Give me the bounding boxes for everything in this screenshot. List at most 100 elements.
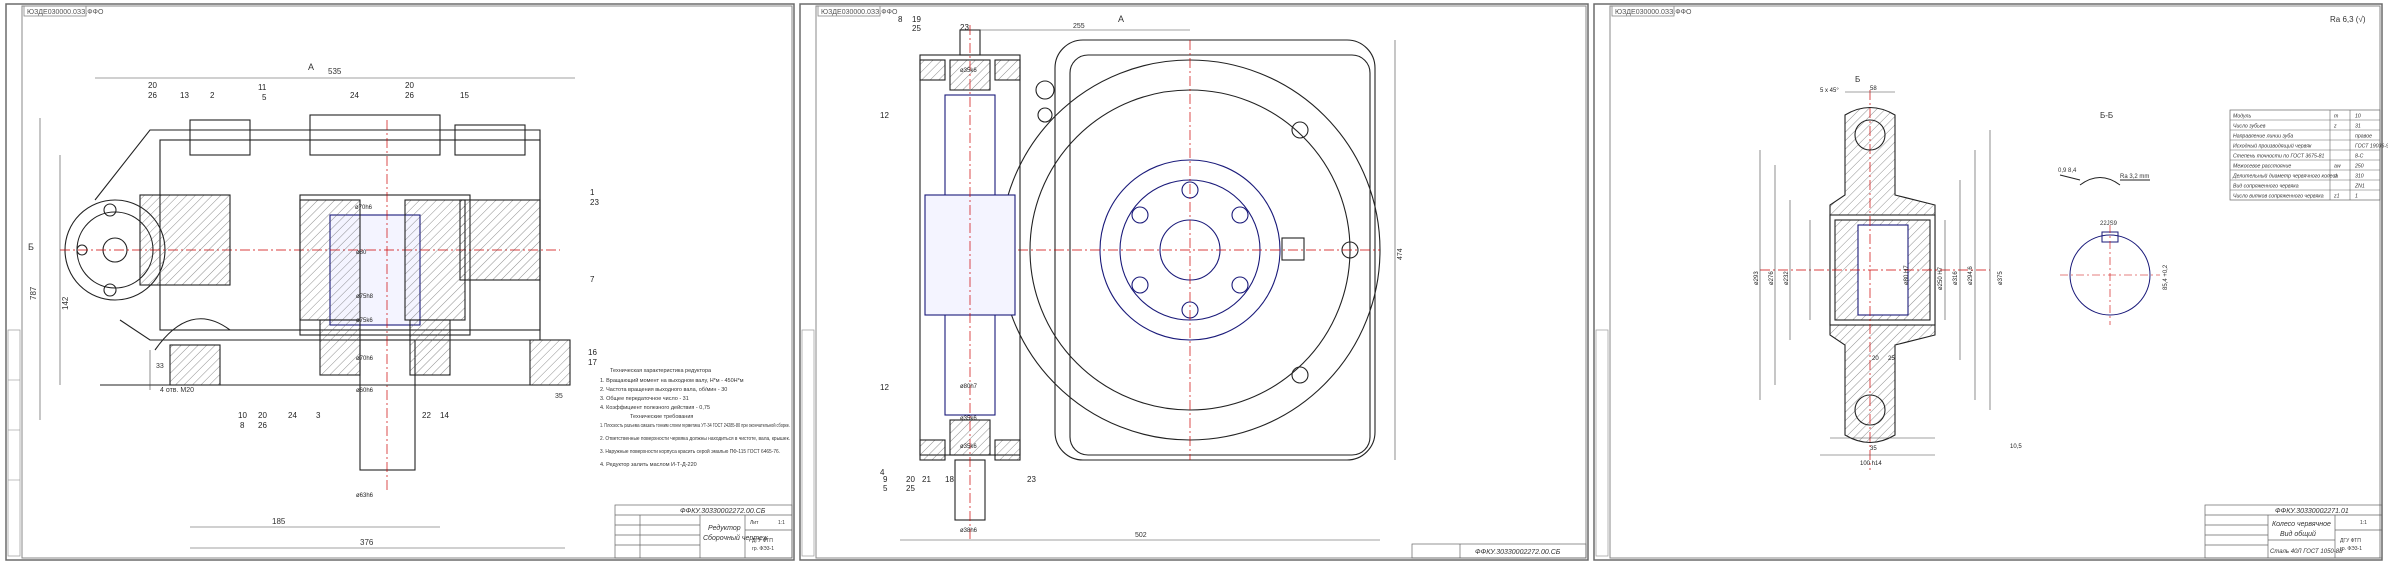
dim-label: 58: [1870, 86, 1877, 92]
note-line: Технические требования: [630, 414, 693, 420]
dim-label: 100 h14: [1860, 461, 1882, 467]
part-label: 26: [258, 421, 267, 430]
part-label: 19: [912, 15, 921, 24]
shaft-label: ø63h6: [356, 493, 374, 499]
part-label: 20: [405, 81, 414, 90]
sheet-2-stamp: ЮЗДЕ030000.0ЗЗ.ФФО: [821, 9, 898, 16]
dim-right: 474: [1397, 248, 1404, 260]
part-label: 23: [590, 198, 599, 207]
part-label: 21: [922, 475, 931, 484]
table-cell: Число зубьев: [2233, 124, 2266, 130]
dim-label: ø294,6: [1968, 266, 1974, 285]
dim-label: 20: [1872, 356, 1879, 362]
table-cell: Делительный диаметр червячного колеса: [2232, 173, 2338, 180]
title-block-name: Колесо червячное: [2272, 521, 2331, 528]
dim-top: 535: [328, 67, 342, 76]
part-label: 2: [210, 91, 215, 100]
part-label: 20: [906, 475, 915, 484]
part-label: 26: [405, 91, 414, 100]
table-cell: Направление линии зуба: [2233, 134, 2293, 140]
dim-bottom2: 376: [360, 538, 374, 547]
part-label: 18: [945, 475, 954, 484]
dim-d33: 33: [156, 363, 164, 370]
shaft-label: ø70h6: [356, 356, 374, 362]
notes-title: Техническая характеристика редуктора: [610, 368, 712, 374]
shaft-label: ø60h6: [356, 388, 374, 394]
part-label: 22: [422, 411, 431, 420]
part-label: 8: [240, 421, 245, 430]
dim-label: ø250 H7: [1938, 266, 1944, 290]
dim-top: 255: [1073, 23, 1085, 30]
dim-label: ø80 H7: [1904, 265, 1910, 285]
title-block-code: ФФКУ.30330002272.00.СБ: [1475, 549, 1561, 556]
table-cell: 10: [2355, 114, 2361, 120]
title-block-org: ДГУ ФТП: [2340, 538, 2361, 544]
dim-label: ø232: [1784, 271, 1790, 285]
dim-label: 5 x 45°: [1820, 88, 1839, 94]
dim-r35: 35: [555, 393, 563, 400]
title-block-sheet: Лит: [750, 520, 759, 526]
dim-label: ø375: [1998, 271, 2004, 285]
note-line: 2. Ответственные поверхности червяка дол…: [600, 436, 790, 442]
table-cell: Исходный производящий червяк: [2233, 143, 2312, 150]
part-label: 20: [258, 411, 267, 420]
section-mark: А: [1118, 14, 1124, 24]
table-cell: 310: [2355, 174, 2364, 180]
part-label: 12: [880, 111, 889, 120]
part-label: 12: [880, 383, 889, 392]
part-label: 26: [148, 91, 157, 100]
title-block-name: Вид общий: [2280, 530, 2316, 538]
sheet-3-stamp: ЮЗДЕ030000.0ЗЗ.ФФО: [1615, 9, 1692, 16]
part-label: 11: [258, 83, 267, 92]
roughness-mark: Ra 6,3 (√): [2330, 15, 2366, 24]
sheet-1-stamp: ЮЗДЕ030000.0ЗЗ.ФФО: [27, 9, 104, 16]
table-cell: ZN1: [2354, 184, 2365, 190]
table-cell: 31: [2355, 124, 2361, 130]
dim-left: 787: [29, 286, 38, 300]
dim-label: 10,5: [2010, 444, 2022, 450]
table-cell: Вид сопряженного червяка: [2233, 184, 2299, 190]
part-label: 23: [960, 23, 969, 32]
section-ra: Ra 3,2 mm: [2120, 174, 2149, 180]
shaft-label: ø38h6: [960, 528, 978, 534]
table-cell: ГОСТ 19036-94: [2355, 144, 2388, 150]
part-label: 4: [880, 468, 885, 477]
note-line: 3. Наружные поверхности корпуса красить …: [600, 448, 780, 455]
dim-label: 35: [1870, 446, 1877, 452]
note-line: 4. Коэффициент полезного действия - 0,75: [600, 404, 710, 411]
title-block-scale: 1:1: [2360, 520, 2367, 526]
note-line: 1. Плоскость разъема смазать тонким слое…: [600, 422, 790, 429]
shaft-label: ø75k6: [356, 318, 373, 324]
table-cell: m: [2334, 114, 2339, 120]
title-block-org: ДГУ ФТП: [752, 538, 773, 544]
title-block-org: гр. ФЭ3-1: [752, 546, 774, 552]
dim-label: ø316: [1953, 271, 1959, 285]
table-cell: Степень точности по ГОСТ 3675-81: [2233, 154, 2324, 160]
shaft-label: ø75h8: [356, 294, 374, 300]
part-label: 7: [590, 275, 595, 284]
part-label: 14: [440, 411, 449, 420]
dim-h142: 142: [61, 296, 70, 310]
dim-label: ø293: [1754, 271, 1760, 285]
part-label: 17: [588, 358, 597, 367]
title-block-scale: 1:1: [778, 520, 785, 526]
title-block-code: ФФКУ.30330002271.01: [2275, 508, 2349, 515]
title-block-org: гр. ФЭ3-1: [2340, 546, 2362, 552]
table-cell: Межосевое расстояние: [2233, 164, 2291, 170]
table-cell: 1: [2355, 194, 2358, 200]
key-width: 22JS9: [2100, 221, 2118, 227]
note-line: 1. Вращающий момент на выходном валу, Н*…: [600, 377, 744, 384]
table-cell: 8-С: [2355, 154, 2364, 160]
part-label: 24: [350, 91, 359, 100]
shaft-label: ø35k6: [960, 416, 977, 422]
part-label: 5: [883, 484, 888, 493]
shaft-label: ø35k6: [960, 68, 977, 74]
shaft-label: ø80: [356, 250, 367, 256]
table-cell: z: [2333, 124, 2337, 130]
note-line: 3. Общее передаточное число - 31: [600, 396, 689, 402]
note-line: 2. Частота вращения выходного вала, об/м…: [600, 387, 727, 393]
table-cell: Число витков сопряженного червяка: [2233, 194, 2324, 200]
section-mark-b: Б: [28, 242, 34, 252]
shaft-label: ø80h7: [960, 384, 978, 390]
dim-label: 25: [1888, 356, 1895, 362]
